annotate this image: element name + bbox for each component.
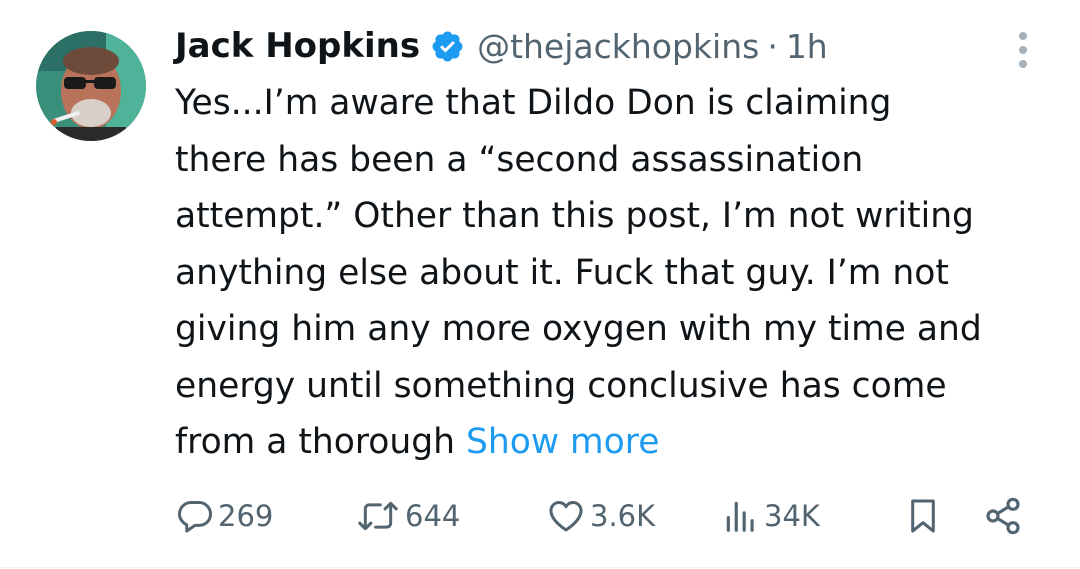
tweet-text: Yes...I’m aware that Dildo Don is claimi… xyxy=(175,75,1065,471)
like-button[interactable]: 3.6K xyxy=(546,491,655,541)
author-name[interactable]: Jack Hopkins xyxy=(175,26,420,66)
tweet-body: Yes...I’m aware that Dildo Don is claimi… xyxy=(175,83,982,462)
heart-icon xyxy=(546,497,586,535)
repost-button[interactable]: 644 xyxy=(355,491,460,541)
views-icon xyxy=(722,497,760,535)
like-count: 3.6K xyxy=(590,499,656,533)
verified-badge-icon xyxy=(432,31,463,61)
more-vertical-icon-dot xyxy=(1019,46,1027,54)
bookmark-icon xyxy=(904,496,942,536)
avatar[interactable] xyxy=(36,31,146,141)
bookmark-button[interactable] xyxy=(904,491,942,541)
separator-dot: · xyxy=(767,26,778,66)
tweet-header: Jack Hopkins @thejackhopkins · 1h xyxy=(175,22,828,70)
timestamp[interactable]: 1h xyxy=(786,27,828,66)
author-handle[interactable]: @thejackhopkins xyxy=(477,27,759,66)
share-icon xyxy=(982,496,1024,536)
action-bar: 269 644 3.6K 34K xyxy=(0,491,1080,541)
views-button[interactable]: 34K xyxy=(722,491,820,541)
reply-button[interactable]: 269 xyxy=(176,491,273,541)
divider xyxy=(0,567,1080,568)
tweet-card[interactable]: Jack Hopkins @thejackhopkins · 1h Yes...… xyxy=(0,0,1080,569)
show-more-link[interactable]: Show more xyxy=(466,422,659,462)
reply-icon xyxy=(176,497,214,535)
repost-icon xyxy=(355,497,401,535)
share-button[interactable] xyxy=(982,491,1024,541)
reply-count: 269 xyxy=(218,499,274,533)
more-vertical-icon-dot xyxy=(1019,60,1027,68)
repost-count: 644 xyxy=(405,499,461,533)
avatar-image xyxy=(36,31,146,141)
more-options-button[interactable] xyxy=(1012,30,1034,70)
more-vertical-icon xyxy=(1019,32,1027,40)
views-count: 34K xyxy=(764,499,820,533)
